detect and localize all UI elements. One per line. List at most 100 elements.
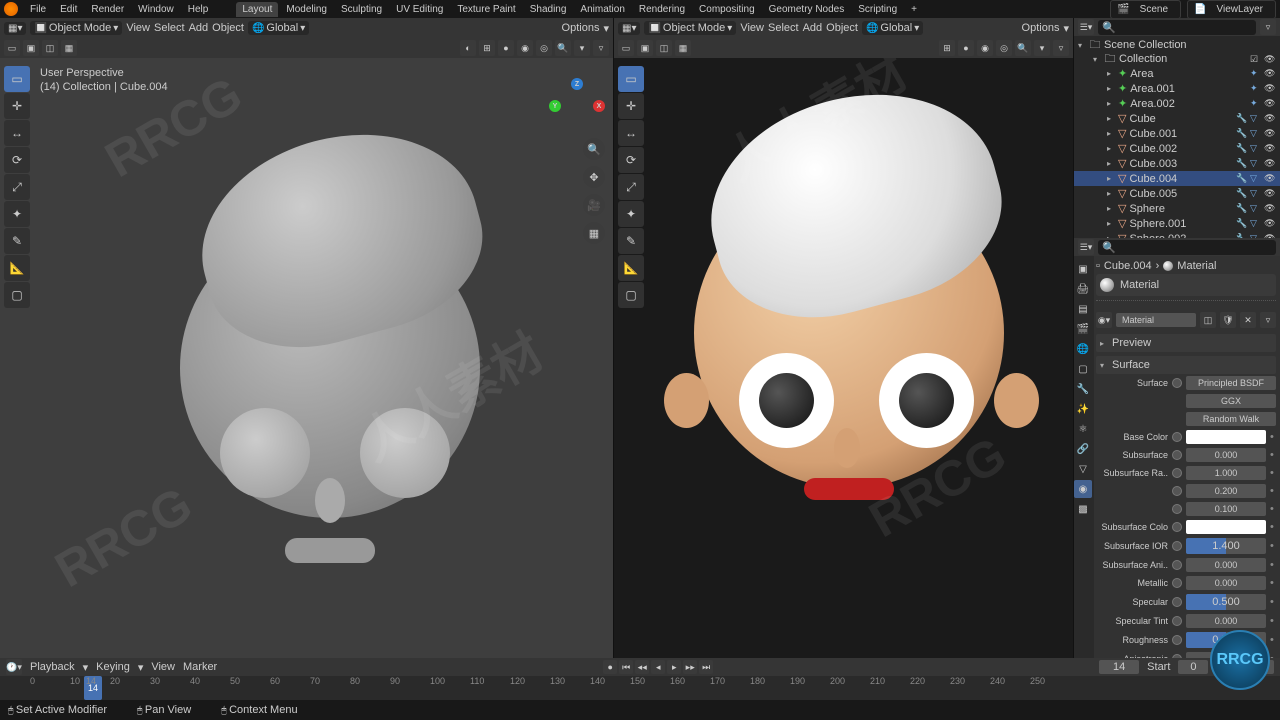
anim-dot[interactable]: • [1270, 596, 1276, 608]
tool-measure[interactable]: 📐 [4, 255, 30, 281]
timeline-ruler[interactable]: 14 0101420304050607080901001101201301401… [0, 676, 1280, 700]
proptab-world[interactable]: 🌐 [1074, 340, 1092, 358]
num-input[interactable]: 0.500 [1186, 594, 1266, 610]
tree-item[interactable]: ▸▽ Cube.002🔧▽👁 [1074, 141, 1280, 156]
vp2-search-icon[interactable]: 🔍 [1015, 40, 1031, 56]
proptab-output[interactable]: 🖨 [1074, 280, 1092, 298]
menu-render[interactable]: Render [85, 2, 130, 17]
outliner-type-icon[interactable]: ☰▾ [1078, 19, 1094, 35]
breadcrumb-obj[interactable]: Cube.004 [1104, 260, 1152, 272]
num-input[interactable]: 0.000 [1186, 614, 1266, 628]
vp2-icon2[interactable]: ▣ [637, 40, 653, 56]
proptab-modifier[interactable]: 🔧 [1074, 380, 1092, 398]
search-icon[interactable]: 🔍 [555, 40, 571, 56]
num-input[interactable]: 0.000 [1186, 558, 1266, 572]
anim-dot[interactable]: • [1270, 615, 1276, 627]
tl-keying[interactable]: Keying [96, 661, 130, 673]
vp2-shading4[interactable]: ◎ [996, 40, 1012, 56]
autokey-icon[interactable]: ● [603, 660, 617, 674]
hmenu2-add[interactable]: Add [803, 22, 823, 34]
anim-dot[interactable]: • [1270, 503, 1276, 515]
tool2-select[interactable]: ▭ [618, 66, 644, 92]
tab-sculpting[interactable]: Sculpting [335, 2, 388, 17]
material-slot[interactable]: Material [1096, 274, 1276, 296]
vp2-dd[interactable]: ▾ [1034, 40, 1050, 56]
nav-zoom-icon[interactable]: 🔍 [583, 138, 605, 160]
tool2-scale[interactable]: ⤢ [618, 174, 644, 200]
shader-select[interactable]: Principled BSDF [1186, 376, 1276, 390]
orientation[interactable]: 🌐 Global ▾ [248, 21, 309, 35]
tab-texturepaint[interactable]: Texture Paint [451, 2, 521, 17]
filter-icon[interactable]: ▿ [593, 40, 609, 56]
num-input[interactable]: 0.200 [1186, 484, 1266, 498]
hmenu-add[interactable]: Add [189, 22, 209, 34]
tree-item[interactable]: ▸▽ Cube🔧▽👁 [1074, 111, 1280, 126]
select-mode-icon4[interactable]: ▦ [61, 40, 77, 56]
tree-item[interactable]: ▸✦ Area.002✦👁 [1074, 96, 1280, 111]
tool-select-box[interactable]: ▭ [4, 66, 30, 92]
select-mode-icon3[interactable]: ◫ [42, 40, 58, 56]
mat-browse-icon[interactable]: ◉▾ [1096, 312, 1112, 328]
proptab-render[interactable]: ▣ [1074, 260, 1092, 278]
mode-selector[interactable]: 🔲 Object Mode ▾ [30, 21, 122, 35]
editor-type[interactable]: ▦▾ [4, 22, 26, 35]
vp2-shading3[interactable]: ◉ [977, 40, 993, 56]
num-input[interactable]: 1.400 [1186, 538, 1266, 554]
xray-icon[interactable]: ◐ [460, 40, 476, 56]
options-chevron-2[interactable]: ▾ [1063, 22, 1069, 35]
input-dot[interactable] [1172, 378, 1182, 388]
anim-dot[interactable]: • [1270, 467, 1276, 479]
tab-modeling[interactable]: Modeling [280, 2, 333, 17]
tab-add[interactable]: + [905, 2, 923, 17]
input-dot[interactable] [1172, 578, 1182, 588]
anim-dot[interactable]: • [1270, 521, 1276, 533]
tool-annotate[interactable]: ✎ [4, 228, 30, 254]
viewport-1[interactable]: User Perspective (14) Collection | Cube.… [0, 58, 613, 658]
select-mode-icon2[interactable]: ▣ [23, 40, 39, 56]
hmenu2-object[interactable]: Object [826, 22, 858, 34]
tab-animation[interactable]: Animation [574, 2, 630, 17]
mat-fake-icon[interactable]: 🛡 [1220, 312, 1236, 328]
material-name-input[interactable]: Material [1116, 313, 1196, 327]
tree-item[interactable]: ▸▽ Sphere.002🔧▽👁 [1074, 231, 1280, 238]
tl-type-icon[interactable]: 🕐▾ [6, 659, 22, 675]
anim-dot[interactable]: • [1270, 449, 1276, 461]
tl-view[interactable]: View [151, 661, 175, 673]
hmenu-select[interactable]: Select [154, 22, 185, 34]
input-dot[interactable] [1172, 635, 1182, 645]
hmenu2-view[interactable]: View [740, 22, 764, 34]
tab-shading[interactable]: Shading [524, 2, 573, 17]
viewport-2[interactable]: ▭ ✛ ↔ ⟳ ⤢ ✦ ✎ 📐 ▢ 人人素材 [614, 58, 1073, 658]
tab-uvediting[interactable]: UV Editing [390, 2, 449, 17]
breadcrumb-mat[interactable]: Material [1177, 260, 1216, 272]
anim-dot[interactable]: • [1270, 634, 1276, 646]
num-input[interactable]: 0.000 [1186, 576, 1266, 590]
editor-type-2[interactable]: ▦▾ [618, 22, 640, 35]
menu-edit[interactable]: Edit [54, 2, 83, 17]
proptab-viewlayer[interactable]: ▤ [1074, 300, 1092, 318]
select-mode-icon[interactable]: ▭ [4, 40, 20, 56]
tool-rotate[interactable]: ⟳ [4, 147, 30, 173]
subsurf-method[interactable]: Random Walk [1186, 412, 1276, 426]
tab-geonodes[interactable]: Geometry Nodes [763, 2, 851, 17]
options-btn[interactable]: Options [562, 22, 600, 34]
props-search[interactable]: 🔍 [1098, 240, 1276, 255]
anim-dot[interactable]: • [1270, 577, 1276, 589]
color-input[interactable] [1186, 520, 1266, 534]
tool-transform[interactable]: ✦ [4, 201, 30, 227]
input-dot[interactable] [1172, 597, 1182, 607]
input-dot[interactable] [1172, 541, 1182, 551]
num-input[interactable]: 0.100 [1186, 502, 1266, 516]
vp2-icon1[interactable]: ▭ [618, 40, 634, 56]
options-btn-2[interactable]: Options [1022, 22, 1060, 34]
outliner-filter-icon[interactable]: ▿ [1260, 19, 1276, 35]
proptab-material[interactable]: ◉ [1074, 480, 1092, 498]
color-input[interactable] [1186, 430, 1266, 444]
start-frame[interactable]: 0 [1178, 660, 1208, 674]
section-surface[interactable]: ▾Surface [1096, 356, 1276, 374]
mode-selector-2[interactable]: 🔲 Object Mode ▾ [644, 21, 736, 35]
viewlayer-selector[interactable]: 📄 ViewLayer [1187, 0, 1276, 19]
tree-item[interactable]: ▸▽ Cube.004🔧▽👁 [1074, 171, 1280, 186]
nav-gizmo[interactable]: Z X Y [549, 78, 605, 134]
tool2-transform[interactable]: ✦ [618, 201, 644, 227]
